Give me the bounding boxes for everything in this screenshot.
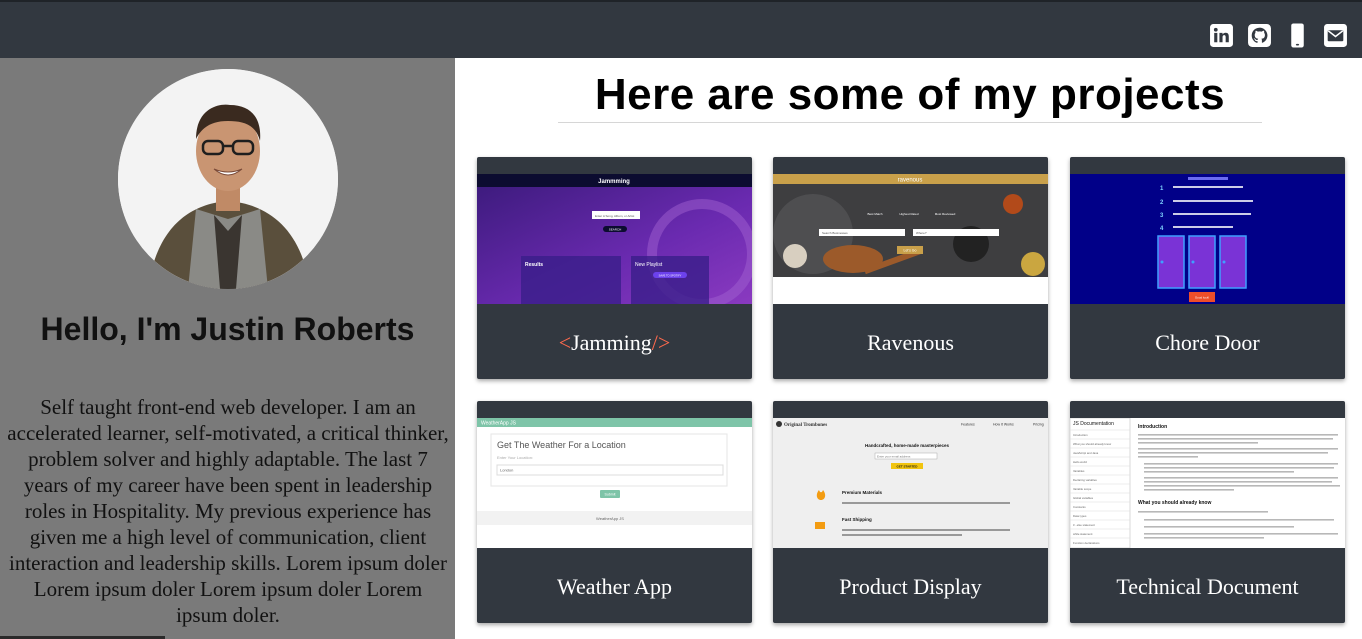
tech-nav-item: Variable scope xyxy=(1073,487,1092,491)
product-nav-2: How It Works xyxy=(993,423,1014,427)
profile-bio: Self taught front-end web developer. I a… xyxy=(7,395,449,627)
tech-nav-item: What you should already know xyxy=(1073,442,1112,446)
ravenous-button: Let's Go xyxy=(904,249,917,253)
ravenous-field-1: Search Businesses xyxy=(822,231,848,235)
tech-nav-item: Function declarations xyxy=(1073,541,1100,545)
product-headline: Handcrafted, home-made masterpieces xyxy=(865,443,950,448)
tech-section-2: What you should already know xyxy=(1138,500,1211,506)
linkedin-icon xyxy=(1210,24,1233,47)
weather-heading: Get The Weather For a Location xyxy=(497,440,626,450)
profile-greeting: Hello, I'm Justin Roberts xyxy=(40,311,415,347)
project-title-product-display: Product Display xyxy=(839,574,982,599)
linkedin-link[interactable] xyxy=(1209,23,1234,48)
bracket-open: < xyxy=(558,330,572,355)
project-screenshot-technical-document: JS Documentation Introduction What you sh… xyxy=(1070,418,1345,548)
tech-nav-item: if...else statement xyxy=(1073,523,1095,527)
avatar xyxy=(118,69,338,289)
github-icon xyxy=(1248,24,1271,47)
weather-field-value: London xyxy=(500,468,513,473)
profile-sidebar: Hello, I'm Justin Roberts Self taught fr… xyxy=(0,58,455,639)
project-card-chore-door[interactable]: 1 2 3 4 Good luck! Chore Door xyxy=(1070,157,1345,379)
ravenous-brand: ravenous xyxy=(898,178,923,184)
project-title-jamming: < Jamming /> xyxy=(477,307,752,379)
title-divider xyxy=(558,122,1262,123)
ravenous-option-1: Best Match xyxy=(867,212,882,216)
product-button: GET STARTED xyxy=(897,465,919,469)
weather-bar: WeatherApp JS xyxy=(481,421,517,427)
project-title-ravenous: Ravenous xyxy=(867,330,954,355)
projects-section: Here are some of my projects Jammming En… xyxy=(455,58,1362,639)
project-screenshot-jamming: Jammming Enter A Song, Album, or Artist … xyxy=(477,174,752,304)
jamming-save-button: SAVE TO SPOTIFY xyxy=(659,274,682,278)
email-link[interactable] xyxy=(1323,23,1348,48)
tech-nav-item: Declaring variables xyxy=(1073,478,1097,482)
project-screenshot-chore-door: 1 2 3 4 Good luck! xyxy=(1070,174,1345,304)
tech-nav-title: JS Documentation xyxy=(1073,421,1114,427)
ravenous-option-2: Highest Rated xyxy=(899,212,918,216)
product-email: Enter your email address xyxy=(877,455,911,459)
tech-nav-item: Introduction xyxy=(1073,433,1088,437)
weather-button: Submit xyxy=(605,493,616,497)
tech-nav-item: while statement xyxy=(1073,532,1093,536)
jamming-search-placeholder: Enter A Song, Album, or Artist xyxy=(595,214,635,218)
product-nav-3: Pricing xyxy=(1033,423,1044,427)
github-link[interactable] xyxy=(1247,23,1272,48)
product-brand: Original Trombones xyxy=(784,423,827,428)
weather-footer: WeatherApp JS xyxy=(596,516,624,521)
bracket-close: /> xyxy=(651,330,671,355)
social-links xyxy=(1209,23,1348,48)
top-nav-bar xyxy=(0,0,1362,58)
product-feature-2: Fast Shipping xyxy=(842,517,872,522)
tech-nav-item: Constants xyxy=(1073,505,1086,509)
tech-nav-item: Global variables xyxy=(1073,496,1094,500)
project-card-weather-app[interactable]: WeatherApp JS Get The Weather For a Loca… xyxy=(477,401,752,623)
project-title-chore-door: Chore Door xyxy=(1155,330,1260,355)
phone-icon xyxy=(1291,23,1304,48)
project-card-product-display[interactable]: Original Trombones Features How It Works… xyxy=(773,401,1048,623)
tech-nav-item: Data types xyxy=(1073,514,1087,518)
jamming-playlist: New Playlist xyxy=(635,262,663,268)
phone-link[interactable] xyxy=(1285,23,1310,48)
project-screenshot-ravenous: ravenous Best Match Highest Rated Most R… xyxy=(773,174,1048,304)
project-screenshot-product-display: Original Trombones Features How It Works… xyxy=(773,418,1048,548)
ravenous-field-2: Where? xyxy=(916,231,927,235)
project-card-ravenous[interactable]: ravenous Best Match Highest Rated Most R… xyxy=(773,157,1048,379)
profile-photo xyxy=(118,69,338,289)
tech-section-1: Introduction xyxy=(1138,424,1167,430)
project-card-technical-document[interactable]: JS Documentation Introduction What you sh… xyxy=(1070,401,1345,623)
page-title: Here are some of my projects xyxy=(594,70,1226,119)
weather-field-label: Enter Your Location: xyxy=(497,455,533,460)
tech-nav-item: Variables xyxy=(1073,469,1085,473)
mail-icon xyxy=(1324,24,1347,47)
project-screenshot-weather-app: WeatherApp JS Get The Weather For a Loca… xyxy=(477,418,752,548)
jamming-results: Results xyxy=(525,262,543,268)
chore-button: Good luck! xyxy=(1195,296,1210,300)
product-nav-1: Features xyxy=(961,423,975,427)
jamming-brand: Jammming xyxy=(598,179,630,185)
product-feature-1: Premium Materials xyxy=(842,490,883,495)
ravenous-option-3: Most Reviewed xyxy=(935,212,956,216)
project-card-jamming[interactable]: Jammming Enter A Song, Album, or Artist … xyxy=(477,157,752,379)
project-title-technical-document: Technical Document xyxy=(1116,574,1299,599)
project-title-weather-app: Weather App xyxy=(557,574,672,599)
tech-nav-item: JavaScript and Java xyxy=(1073,451,1099,455)
tech-nav-item: Hello world xyxy=(1073,460,1087,464)
project-title-text: Jamming xyxy=(571,330,652,355)
jamming-search-button: SEARCH xyxy=(609,228,622,232)
